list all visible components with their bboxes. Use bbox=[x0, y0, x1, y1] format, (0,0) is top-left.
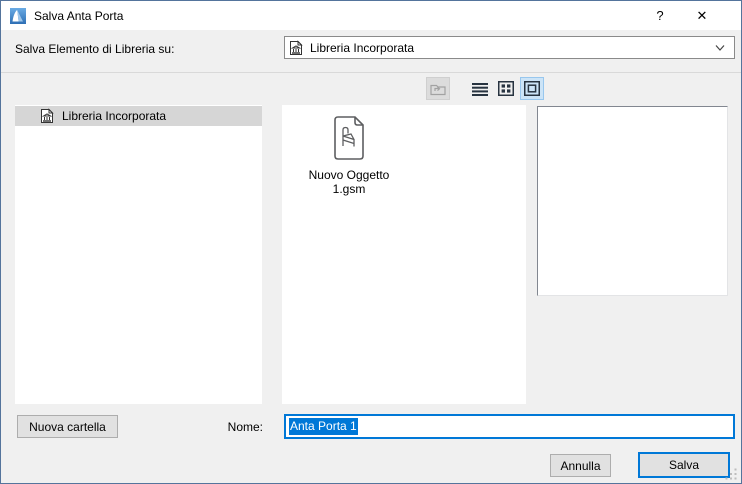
cancel-button[interactable]: Annulla bbox=[550, 454, 611, 477]
name-label: Nome: bbox=[227, 420, 263, 434]
file-name-line2: 1.gsm bbox=[332, 182, 366, 196]
embedded-library-icon bbox=[41, 108, 54, 123]
save-library-part-dialog: Salva Anta Porta ? ✕ Salva Elemento di L… bbox=[0, 0, 742, 484]
embedded-library-icon bbox=[290, 39, 303, 55]
folder-tree-panel: Libreria Incorporata bbox=[15, 105, 262, 404]
name-input[interactable]: Anta Porta 1 bbox=[284, 414, 735, 439]
save-destination-label: Salva Elemento di Libreria su: bbox=[15, 42, 175, 56]
folder-up-button[interactable] bbox=[426, 77, 450, 100]
library-destination-select[interactable]: Libreria Incorporata bbox=[284, 36, 735, 59]
list-view-icon bbox=[472, 82, 488, 96]
dialog-title: Salva Anta Porta bbox=[34, 8, 124, 23]
gsm-object-file-icon bbox=[334, 116, 364, 160]
resize-grip[interactable] bbox=[725, 468, 738, 481]
small-icons-view-button[interactable] bbox=[494, 77, 518, 100]
tree-item-label: Libreria Incorporata bbox=[62, 109, 167, 123]
preview-panel bbox=[537, 106, 728, 296]
titlebar[interactable]: Salva Anta Porta ? ✕ bbox=[1, 1, 741, 30]
name-input-selected-text: Anta Porta 1 bbox=[289, 418, 358, 435]
library-destination-value: Libreria Incorporata bbox=[310, 40, 415, 55]
tree-item-embedded-library[interactable]: Libreria Incorporata bbox=[15, 106, 262, 126]
header-divider bbox=[1, 72, 741, 73]
folder-up-icon bbox=[429, 84, 446, 95]
chevron-down-icon bbox=[715, 44, 725, 51]
new-folder-button[interactable]: Nuova cartella bbox=[17, 415, 118, 438]
save-button[interactable]: Salva bbox=[638, 452, 730, 478]
large-icon-view-button[interactable] bbox=[520, 77, 544, 100]
file-item-nuovo-oggetto[interactable]: Nuovo Oggetto 1.gsm bbox=[296, 115, 402, 196]
archicad-logo-icon bbox=[10, 7, 26, 24]
file-name: Nuovo Oggetto 1.gsm bbox=[309, 168, 390, 196]
list-view-button[interactable] bbox=[468, 77, 492, 100]
file-list-panel: Nuovo Oggetto 1.gsm bbox=[282, 105, 526, 404]
close-button[interactable]: ✕ bbox=[681, 1, 723, 30]
file-name-line1: Nuovo Oggetto bbox=[308, 168, 390, 182]
small-icons-view-icon bbox=[498, 81, 514, 96]
help-button[interactable]: ? bbox=[639, 1, 681, 30]
large-icon-view-icon bbox=[524, 81, 540, 96]
